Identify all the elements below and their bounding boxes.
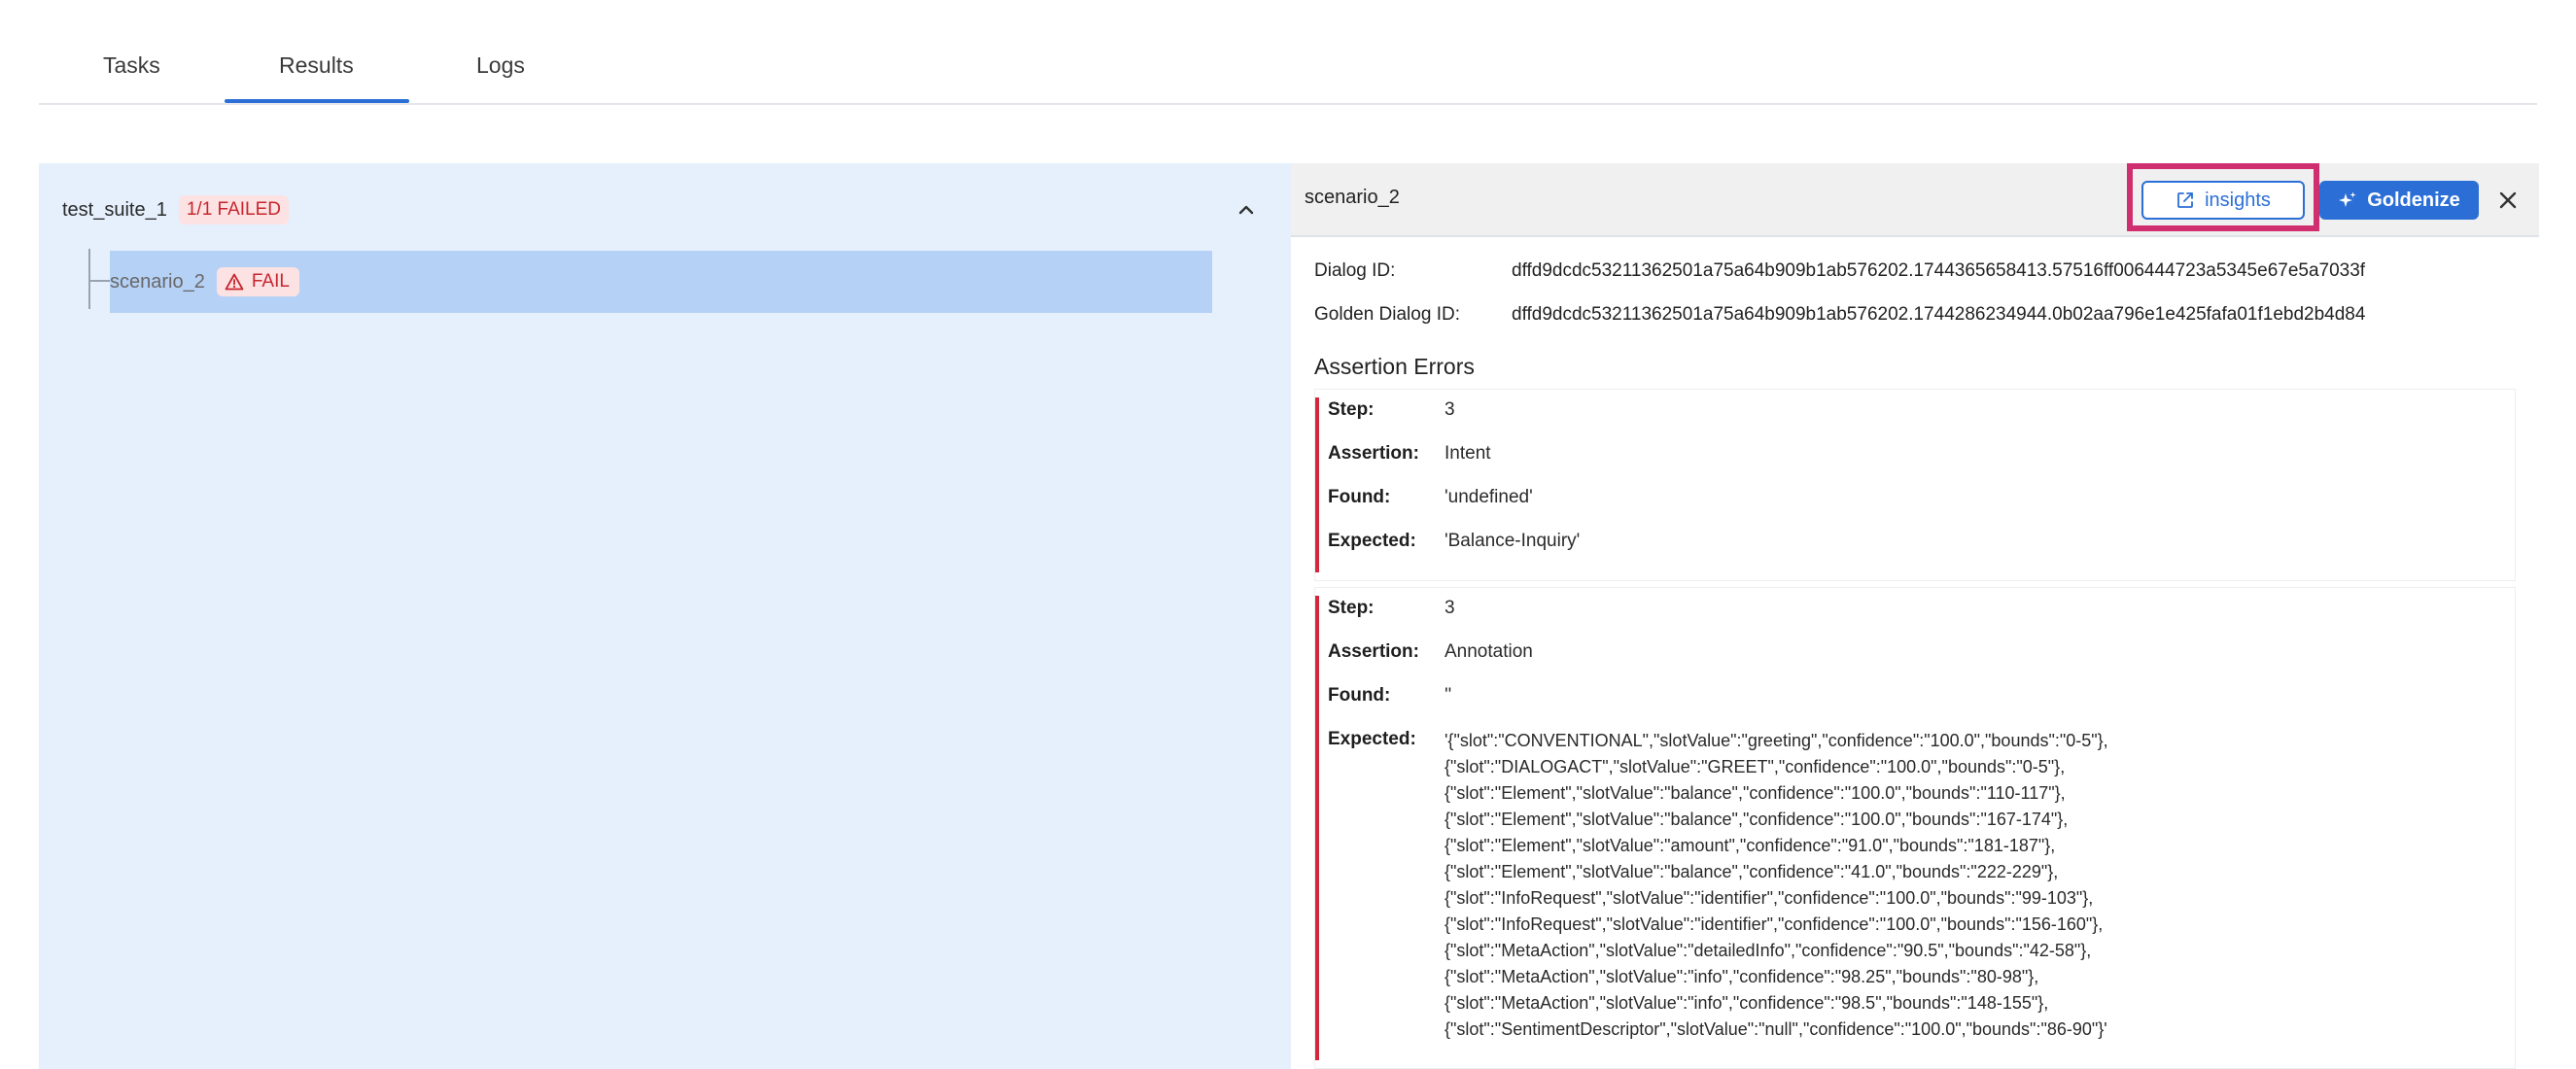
expected-line: {"slot":"Element","slotValue":"balance",… xyxy=(1445,783,2066,803)
assertion-errors-heading: Assertion Errors xyxy=(1314,354,1475,379)
error-indicator-bar xyxy=(1315,397,1319,572)
scenario-detail-panel: scenario_2 insights Goldenize Dialog ID:… xyxy=(1291,163,2539,1069)
assertion-error-card: Step: 3 Assertion: Intent Found: 'undefi… xyxy=(1314,389,2516,581)
sparkle-icon xyxy=(2339,191,2356,207)
expected-line: {"slot":"MetaAction","slotValue":"detail… xyxy=(1445,941,2092,960)
error-step-row: Step: 3 xyxy=(1328,399,1455,421)
active-tab-indicator xyxy=(225,99,409,103)
goldenize-button[interactable]: Goldenize xyxy=(2319,181,2479,220)
scenario-status-badge: FAIL xyxy=(216,267,299,296)
insights-label: insights xyxy=(2205,189,2271,211)
expected-line: {"slot":"Element","slotValue":"amount","… xyxy=(1445,836,2056,855)
tab-results[interactable]: Results xyxy=(279,52,354,105)
tab-tasks[interactable]: Tasks xyxy=(103,52,160,105)
error-indicator-bar xyxy=(1315,596,1319,1060)
external-link-icon xyxy=(2177,192,2193,208)
scenario-item[interactable]: scenario_2 FAIL xyxy=(110,251,1212,313)
step-value: 3 xyxy=(1445,399,1455,420)
dialog-id-label: Dialog ID: xyxy=(1314,260,1396,281)
chevron-up-icon[interactable] xyxy=(1236,200,1256,220)
expected-annotation-list: '{"slot":"CONVENTIONAL","slotValue":"gre… xyxy=(1445,728,2108,1043)
tree-connector-branch xyxy=(90,280,112,282)
dialog-id-value: dffd9dcdc53211362501a75a64b909b1ab576202… xyxy=(1512,260,2366,281)
golden-dialog-id-label: Golden Dialog ID: xyxy=(1314,304,1460,325)
detail-title: scenario_2 xyxy=(1305,187,1400,208)
expected-line: {"slot":"MetaAction","slotValue":"info",… xyxy=(1445,967,2039,986)
expected-line: {"slot":"InfoRequest","slotValue":"ident… xyxy=(1445,914,2104,934)
warning-icon xyxy=(225,273,244,291)
found-label: Found: xyxy=(1328,685,1391,706)
goldenize-label: Goldenize xyxy=(2367,189,2460,211)
expected-label: Expected: xyxy=(1328,729,1416,749)
expected-label: Expected: xyxy=(1328,531,1416,551)
found-value: '' xyxy=(1445,685,1452,706)
assertion-value: Annotation xyxy=(1445,641,1533,662)
tab-logs[interactable]: Logs xyxy=(476,52,525,105)
expected-value: 'Balance-Inquiry' xyxy=(1445,531,1581,551)
assertion-label: Assertion: xyxy=(1328,443,1419,464)
error-expected-row: Expected: 'Balance-Inquiry' xyxy=(1328,531,1580,552)
assertion-error-card: Step: 3 Assertion: Annotation Found: '' … xyxy=(1314,587,2516,1069)
results-tabs: Tasks Results Logs xyxy=(39,0,2537,105)
expected-line: {"slot":"InfoRequest","slotValue":"ident… xyxy=(1445,888,2094,908)
error-found-row: Found: '' xyxy=(1328,685,1451,707)
test-suite-panel: test_suite_1 1/1 FAILED scenario_2 FAIL xyxy=(39,163,1291,1069)
tree-connector xyxy=(88,249,90,309)
error-assertion-row: Assertion: Annotation xyxy=(1328,641,1533,663)
expected-line: {"slot":"SentimentDescriptor","slotValue… xyxy=(1445,1019,2107,1039)
expected-line: {"slot":"DIALOGACT","slotValue":"GREET",… xyxy=(1445,757,2066,776)
step-label: Step: xyxy=(1328,399,1375,420)
step-label: Step: xyxy=(1328,598,1375,618)
error-assertion-row: Assertion: Intent xyxy=(1328,443,1491,465)
assertion-value: Intent xyxy=(1445,443,1491,464)
assertion-label: Assertion: xyxy=(1328,641,1419,662)
expected-line: {"slot":"MetaAction","slotValue":"info",… xyxy=(1445,993,2049,1013)
insights-button[interactable]: insights xyxy=(2141,181,2305,220)
found-value: 'undefined' xyxy=(1445,487,1533,507)
error-found-row: Found: 'undefined' xyxy=(1328,487,1533,508)
suite-name: test_suite_1 xyxy=(62,198,167,221)
scenario-name: scenario_2 xyxy=(110,270,205,293)
expected-line: {"slot":"Element","slotValue":"balance",… xyxy=(1445,810,2069,829)
golden-dialog-id-value: dffd9dcdc53211362501a75a64b909b1ab576202… xyxy=(1512,304,2366,325)
error-expected-row: Expected: xyxy=(1328,729,1445,750)
step-value: 3 xyxy=(1445,598,1455,618)
scenario-status-text: FAIL xyxy=(251,271,290,292)
found-label: Found: xyxy=(1328,487,1391,507)
detail-header: scenario_2 insights Goldenize xyxy=(1291,163,2539,237)
close-icon[interactable] xyxy=(2496,189,2520,212)
expected-line: {"slot":"Element","slotValue":"balance",… xyxy=(1445,862,2059,881)
suite-status-badge: 1/1 FAILED xyxy=(178,195,290,224)
suite-header[interactable]: test_suite_1 1/1 FAILED xyxy=(62,192,290,227)
error-step-row: Step: 3 xyxy=(1328,598,1455,619)
expected-line: '{"slot":"CONVENTIONAL","slotValue":"gre… xyxy=(1445,731,2108,750)
